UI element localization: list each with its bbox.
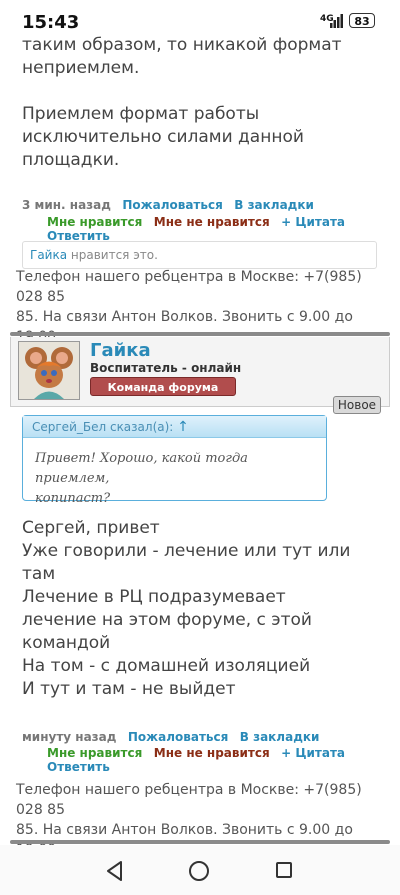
post-line [22, 80, 342, 103]
post-line: исключительно силами данной [22, 127, 304, 147]
quote-author[interactable]: Сергей_Бел сказал(а): [32, 420, 173, 434]
post1-meta: 3 мин. назад Пожаловаться В закладки [22, 198, 314, 212]
post-line: площадки. [22, 150, 120, 170]
user-status: Воспитатель - онлайн [90, 361, 242, 375]
quote-line: Привет! Хорошо, какой тогда приемлем, [35, 451, 248, 486]
new-badge: Новое [333, 396, 381, 414]
signature-line: Телефон нашего ребцентра в Москве: +7(98… [16, 269, 362, 305]
back-triangle-icon[interactable] [105, 860, 125, 882]
dislike-button[interactable]: Мне не нравится [154, 746, 270, 760]
likes-text: нравится это. [67, 248, 158, 262]
quote-button[interactable]: + Цитата [281, 215, 345, 229]
post-time: 3 мин. назад [22, 198, 111, 212]
recent-apps-square-icon[interactable] [276, 862, 292, 878]
post2-meta: минуту назад Пожаловаться В закладки [22, 730, 319, 744]
post-time: минуту назад [22, 730, 117, 744]
quote-line: копипаст? [35, 491, 111, 506]
post-line: Приемлем формат работы [22, 104, 260, 124]
post-line: таким образом, то никакой формат [22, 35, 342, 55]
post-line: там [22, 564, 56, 584]
like-button[interactable]: Мне нравится [47, 215, 142, 229]
post-line: лечение на этом форуме, с этой [22, 610, 312, 630]
status-time: 15:43 [22, 12, 80, 33]
post-line: Сергей, привет [22, 518, 160, 538]
post1-actions: Мне нравится Мне не нравится + Цитата От… [47, 215, 400, 243]
post-divider [10, 332, 390, 336]
quote-arrow-icon[interactable]: ↑ [177, 419, 189, 435]
bookmark-link[interactable]: В закладки [240, 730, 320, 744]
post-line: И тут и там - не выйдет [22, 679, 236, 699]
quote-header[interactable]: Сергей_Бел сказал(а): ↑ [23, 416, 326, 438]
post-line: неприемлем. [22, 58, 140, 78]
quote-text: Привет! Хорошо, какой тогда приемлем, ко… [35, 449, 320, 509]
post2-text: Сергей, привет Уже говорили - лечение ил… [22, 517, 350, 701]
dislike-button[interactable]: Мне не нравится [154, 215, 270, 229]
post-line: На том - с домашней изоляцией [22, 656, 311, 676]
signal-icon [330, 14, 343, 28]
signature-line: Телефон нашего ребцентра в Москве: +7(98… [16, 782, 362, 818]
user-rank-badge: Команда форума [90, 377, 236, 396]
likes-summary: Гайка нравится это. [22, 241, 377, 269]
bookmark-link[interactable]: В закладки [234, 198, 314, 212]
avatar[interactable] [18, 341, 80, 400]
post-line: Лечение в РЦ подразумевает [22, 587, 286, 607]
home-circle-icon[interactable] [189, 861, 209, 881]
report-link[interactable]: Пожаловаться [128, 730, 228, 744]
quote-button[interactable]: + Цитата [281, 746, 345, 760]
liker-link[interactable]: Гайка [30, 248, 67, 262]
battery-icon: 83 [349, 13, 375, 28]
post1-text: таким образом, то никакой формат неприем… [22, 34, 342, 172]
post-divider [10, 840, 390, 844]
report-link[interactable]: Пожаловаться [122, 198, 222, 212]
user-name[interactable]: Гайка [90, 340, 151, 361]
post-line: командой [22, 633, 111, 653]
post2-actions: Мне нравится Мне не нравится + Цитата От… [47, 746, 400, 774]
post-line: Уже говорили - лечение или тут или [22, 541, 351, 561]
reply-button[interactable]: Ответить [47, 760, 110, 774]
like-button[interactable]: Мне нравится [47, 746, 142, 760]
